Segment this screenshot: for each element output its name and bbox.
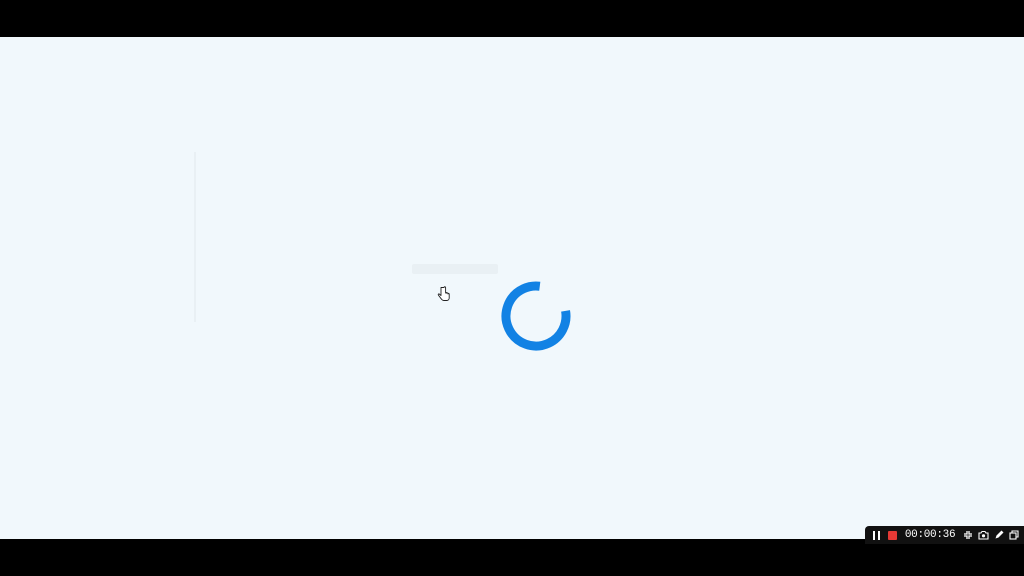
- faded-text-placeholder: [412, 264, 498, 274]
- screen-recorder-toolbar: 00:00:36: [865, 526, 1024, 544]
- pause-icon: [873, 530, 881, 540]
- collapse-icon: [963, 531, 972, 539]
- window-button[interactable]: [1009, 529, 1020, 541]
- screenshot-button[interactable]: [978, 529, 989, 541]
- draw-button[interactable]: [993, 529, 1004, 541]
- loading-spinner-icon: [501, 281, 571, 351]
- camera-icon: [978, 530, 989, 540]
- window-icon: [1009, 530, 1019, 540]
- pen-icon: [995, 530, 1004, 539]
- stop-button[interactable]: [886, 529, 897, 541]
- stop-icon: [887, 530, 897, 540]
- faded-sidebar-placeholder: [194, 152, 196, 322]
- page-viewport: [0, 37, 1024, 539]
- letterbox-bottom: [0, 539, 1024, 576]
- recording-timer: 00:00:36: [904, 529, 956, 541]
- pause-button[interactable]: [871, 529, 882, 541]
- letterbox-top: [0, 0, 1024, 37]
- minimize-button[interactable]: [962, 529, 973, 541]
- hand-pointer-icon: [437, 286, 450, 301]
